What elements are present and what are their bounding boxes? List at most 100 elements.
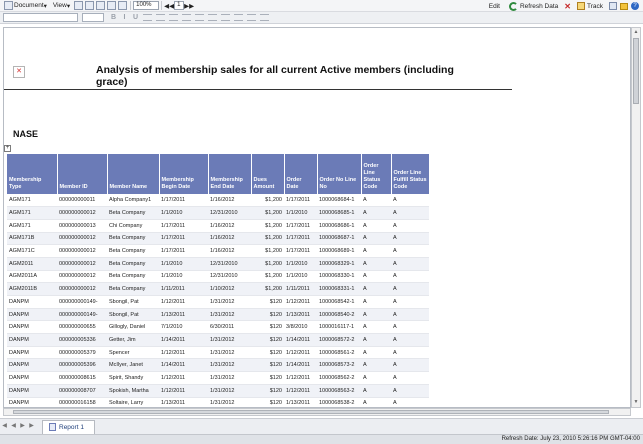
- column-header[interactable]: Member ID: [57, 154, 108, 194]
- table-cell: 000000000012: [57, 257, 107, 271]
- page-number-input[interactable]: 1: [174, 1, 185, 10]
- font-size-select[interactable]: [82, 13, 104, 22]
- table-cell: 1/14/2011: [159, 358, 208, 373]
- table-cell: $120: [251, 397, 284, 407]
- table-cell: 1/12/2011: [284, 295, 317, 309]
- vertical-scrollbar[interactable]: ▲ ▼: [631, 27, 641, 408]
- membership-table: Membership Type Member ID Member Name Me…: [7, 154, 430, 407]
- find-icon[interactable]: [96, 1, 106, 10]
- table-cell: 1000068685-1: [317, 206, 361, 220]
- bold-icon[interactable]: B: [109, 13, 118, 22]
- table-cell: 1/1/2010: [159, 270, 208, 284]
- scroll-down-icon[interactable]: ▼: [633, 399, 639, 406]
- table-cell: Spencer: [107, 346, 159, 360]
- border-icon[interactable]: [169, 14, 178, 21]
- first-tab-icon[interactable]: ◀: [1, 423, 8, 430]
- table-cell: A: [361, 232, 391, 246]
- table-cell: Beta Company: [107, 232, 159, 246]
- prev-tab-icon[interactable]: ◀: [10, 423, 17, 430]
- column-header[interactable]: Order Line Fulfill Status Code: [391, 154, 430, 194]
- table-cell: 1/14/2011: [284, 333, 317, 347]
- table-cell: 12/31/2010: [208, 257, 251, 271]
- last-tab-icon[interactable]: ▶: [28, 423, 35, 430]
- close-icon[interactable]: ✕: [564, 2, 571, 11]
- underline-icon[interactable]: U: [131, 13, 140, 22]
- next-tab-icon[interactable]: ▶: [19, 423, 26, 430]
- save-icon[interactable]: [74, 1, 84, 10]
- font-family-select[interactable]: [3, 13, 78, 22]
- table-cell: 1/1/2010: [159, 257, 208, 271]
- table-cell: AGM171B: [7, 232, 57, 246]
- edit-button[interactable]: Edit: [486, 0, 503, 12]
- column-header[interactable]: Member Name: [107, 154, 160, 194]
- column-header[interactable]: Dues Amount: [251, 154, 285, 194]
- table-cell: A: [361, 270, 391, 284]
- column-header[interactable]: Order Line Status Code: [361, 154, 392, 194]
- table-cell: 1/16/2012: [208, 244, 251, 258]
- align-center-icon[interactable]: [195, 14, 204, 21]
- column-header[interactable]: Membership Type: [7, 154, 58, 194]
- align-right-icon[interactable]: [208, 14, 217, 21]
- italic-icon[interactable]: I: [120, 13, 129, 22]
- column-header[interactable]: Membership End Date: [208, 154, 252, 194]
- redo-icon[interactable]: [118, 1, 128, 10]
- comment-icon[interactable]: [620, 2, 628, 10]
- column-header[interactable]: Membership Begin Date: [159, 154, 209, 194]
- refresh-date-text: Refresh Date: July 23, 2010 5:26:16 PM G…: [501, 436, 640, 442]
- view-menu[interactable]: View ▾: [50, 0, 73, 12]
- expand-section-icon[interactable]: +: [4, 145, 11, 152]
- wrap-text-icon[interactable]: [247, 14, 256, 21]
- table-cell: $120: [251, 333, 284, 347]
- table-cell: AGM171: [7, 194, 57, 208]
- track-button[interactable]: Track: [574, 0, 606, 12]
- tab-label: Report 1: [59, 423, 84, 431]
- table-cell: $1,200: [251, 206, 284, 220]
- table-cell: Sbongil, Pat: [107, 308, 159, 322]
- align-left-icon[interactable]: [182, 14, 191, 21]
- drill-icon[interactable]: [609, 2, 617, 10]
- column-header[interactable]: Order Date: [284, 154, 318, 194]
- help-icon[interactable]: ?: [631, 2, 639, 10]
- format-toolbar: B I U: [0, 12, 643, 24]
- scroll-up-icon[interactable]: ▲: [633, 29, 639, 36]
- format-painter-icon[interactable]: [260, 14, 269, 21]
- zoom-select[interactable]: 100%: [133, 1, 160, 10]
- undo-icon[interactable]: [107, 1, 117, 10]
- text-color-icon[interactable]: [143, 14, 152, 21]
- table-cell: DANPM: [7, 295, 57, 309]
- column-header[interactable]: Order No Line No: [317, 154, 362, 194]
- table-cell: 1/12/2011: [284, 371, 317, 385]
- table-cell: A: [361, 244, 391, 258]
- table-cell: A: [391, 308, 429, 322]
- table-cell: DANPM: [7, 384, 57, 398]
- tab-report-1[interactable]: Report 1: [42, 419, 95, 434]
- table-cell: DANPM: [7, 397, 57, 407]
- table-cell: 12/31/2010: [208, 206, 251, 220]
- last-page-icon[interactable]: ▶: [189, 2, 194, 10]
- indent-icon[interactable]: [234, 14, 243, 21]
- broken-image-icon: ✕: [13, 66, 25, 78]
- print-icon[interactable]: [85, 1, 95, 10]
- table-cell: Alpha Company1: [107, 194, 159, 208]
- table-cell: 1000068562-2: [317, 371, 361, 385]
- horizontal-scrollbar[interactable]: [3, 408, 631, 416]
- refresh-data-button[interactable]: Refresh Data: [506, 0, 561, 12]
- table-cell: A: [361, 384, 391, 398]
- fill-color-icon[interactable]: [156, 14, 165, 21]
- table-cell: A: [391, 333, 429, 347]
- chevron-down-icon: ▾: [43, 2, 47, 10]
- table-cell: 6/30/2011: [208, 320, 251, 335]
- scroll-thumb[interactable]: [633, 38, 639, 104]
- document-menu[interactable]: Document ▾: [0, 0, 50, 12]
- table-cell: Beta Company: [107, 244, 159, 258]
- table-cell: 1/1/2010: [159, 206, 208, 220]
- table-cell: AGM171: [7, 219, 57, 233]
- table-cell: A: [361, 282, 391, 296]
- scroll-thumb[interactable]: [13, 410, 609, 414]
- table-cell: 1000068330-1: [317, 270, 361, 284]
- refresh-data-label: Refresh Data: [519, 2, 559, 10]
- justify-icon[interactable]: [221, 14, 230, 21]
- table-cell: Soltaire, Larry: [107, 397, 159, 407]
- document-menu-label: Document: [14, 2, 44, 9]
- table-cell: 000000000149-: [57, 308, 107, 322]
